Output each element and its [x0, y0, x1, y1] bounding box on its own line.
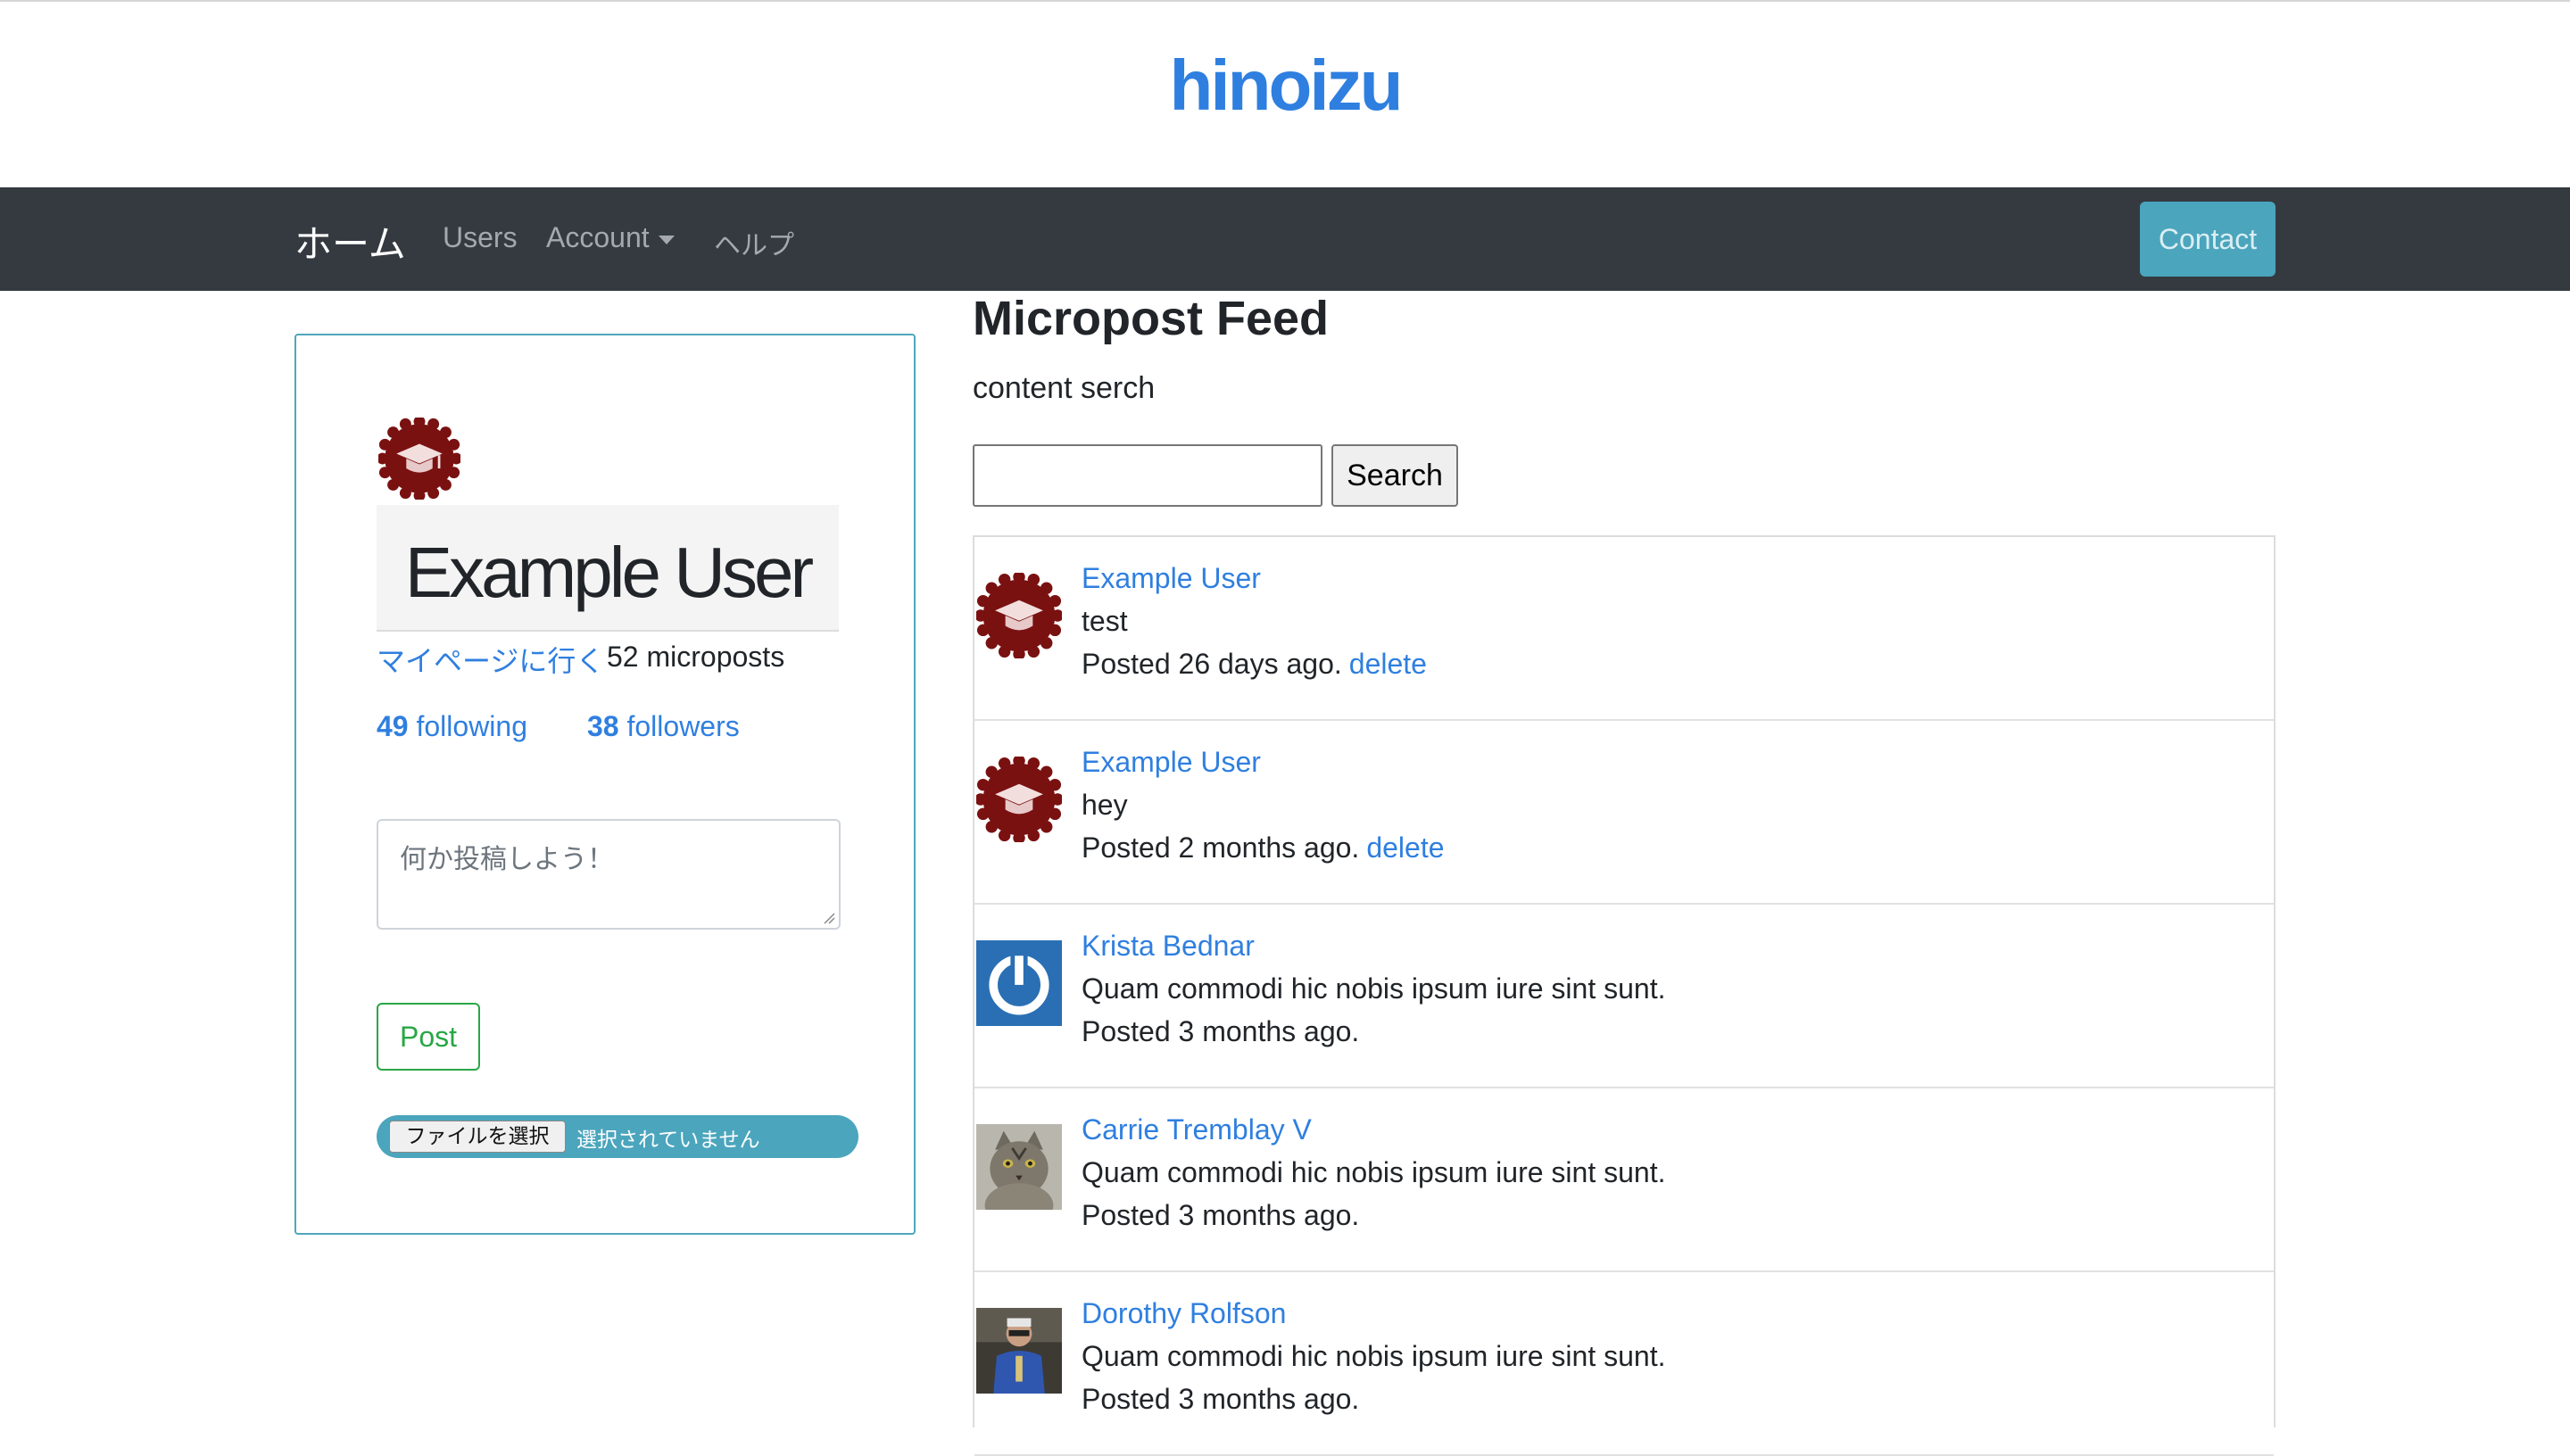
- feed-item-author[interactable]: Dorothy Rolfson: [1082, 1297, 1286, 1330]
- post-textarea[interactable]: 何か投稿しよう！: [377, 819, 841, 930]
- nav-account-dropdown[interactable]: Account: [546, 221, 675, 254]
- feed-item-meta: Posted 3 months ago.: [1082, 1199, 1359, 1232]
- nav-users[interactable]: Users: [443, 221, 518, 254]
- feed-item: Krista Bednar Quam commodi hic nobis ips…: [974, 905, 2274, 1088]
- feed-item-content: test: [1082, 605, 1128, 637]
- profile-name-box: Example User: [377, 505, 839, 632]
- feed-item-content: hey: [1082, 789, 1128, 821]
- post-placeholder: 何か投稿しよう！: [400, 844, 614, 875]
- feed-item-content: Quam commodi hic nobis ipsum iure sint s…: [1082, 1340, 1666, 1372]
- navbar: ホーム Users Account ヘルプ Contact: [0, 187, 2570, 291]
- choose-file-button[interactable]: ファイルを選択: [389, 1121, 566, 1153]
- feed-item-author[interactable]: Example User: [1082, 746, 1261, 779]
- graduation-cap-badge-icon: [378, 418, 460, 500]
- search-label: content serch: [973, 371, 1156, 405]
- feed-item-author[interactable]: Example User: [1082, 562, 1261, 595]
- chevron-down-icon: [658, 235, 675, 244]
- resize-grip-icon[interactable]: [823, 912, 835, 924]
- person-photo-icon[interactable]: [976, 1308, 1062, 1394]
- post-button[interactable]: Post: [377, 1003, 480, 1071]
- followers-link[interactable]: 38 followers: [587, 710, 740, 743]
- feed-item-meta: Posted 3 months ago.: [1082, 1015, 1359, 1048]
- feed-item-timestamp: Posted 26 days ago.: [1082, 648, 1342, 680]
- delete-link[interactable]: delete: [1366, 831, 1444, 864]
- contact-button[interactable]: Contact: [2140, 202, 2276, 277]
- mypage-link[interactable]: マイページに行く: [377, 639, 604, 680]
- feed-item-content: Quam commodi hic nobis ipsum iure sint s…: [1082, 1156, 1666, 1188]
- graduation-cap-badge-icon[interactable]: [976, 757, 1062, 842]
- graduation-cap-badge-icon[interactable]: [976, 573, 1062, 658]
- feed-item-meta: Posted 26 days ago. delete: [1082, 648, 1427, 681]
- following-count: 49: [377, 710, 409, 742]
- search-input[interactable]: [973, 444, 1322, 507]
- following-link[interactable]: 49 following: [377, 710, 527, 743]
- power-icon[interactable]: [976, 940, 1062, 1026]
- top-rule: [0, 0, 2570, 2]
- cat-photo-icon[interactable]: [976, 1124, 1062, 1210]
- feed-item-timestamp: Posted 3 months ago.: [1082, 1383, 1360, 1415]
- image-file-input[interactable]: ファイルを選択 選択されていません: [377, 1115, 858, 1158]
- followers-count: 38: [587, 710, 619, 742]
- feed-item-author[interactable]: Krista Bednar: [1082, 930, 1255, 963]
- search-button[interactable]: Search: [1331, 444, 1458, 507]
- feed-item: Example User test Posted 26 days ago. del…: [974, 537, 2274, 721]
- feed-title: Micropost Feed: [973, 292, 1330, 345]
- feed-item: Carrie Tremblay V Quam commodi hic nobis…: [974, 1088, 2274, 1272]
- feed-item: Dorothy Rolfson Quam commodi hic nobis i…: [974, 1272, 2274, 1456]
- nav-home[interactable]: ホーム: [294, 214, 406, 269]
- feed-item-content: Quam commodi hic nobis ipsum iure sint s…: [1082, 972, 1666, 1005]
- micropost-count: 52 microposts: [607, 641, 785, 673]
- followers-label: followers: [626, 710, 740, 742]
- feed-item: Example User hey Posted 2 months ago. del…: [974, 721, 2274, 905]
- delete-link[interactable]: delete: [1349, 648, 1427, 680]
- nav-help[interactable]: ヘルプ: [714, 223, 794, 262]
- nav-account-label: Account: [546, 221, 650, 253]
- feed-item-timestamp: Posted 3 months ago.: [1082, 1199, 1360, 1231]
- feed-item-timestamp: Posted 2 months ago.: [1082, 831, 1360, 864]
- feed-item-meta: Posted 3 months ago.: [1082, 1383, 1359, 1416]
- feed-item-timestamp: Posted 3 months ago.: [1082, 1015, 1360, 1047]
- site-logo[interactable]: hinoizu: [0, 45, 2570, 127]
- micropost-feed-list: Example User test Posted 26 days ago. del…: [973, 535, 2276, 1456]
- profile-card: Example User マイページに行く 52 microposts 49 f…: [294, 334, 916, 1235]
- feed-item-author[interactable]: Carrie Tremblay V: [1082, 1113, 1312, 1146]
- feed-item-meta: Posted 2 months ago. delete: [1082, 831, 1445, 864]
- file-status: 選択されていません: [576, 1129, 760, 1152]
- following-label: following: [416, 710, 527, 742]
- profile-name: Example User: [404, 533, 814, 612]
